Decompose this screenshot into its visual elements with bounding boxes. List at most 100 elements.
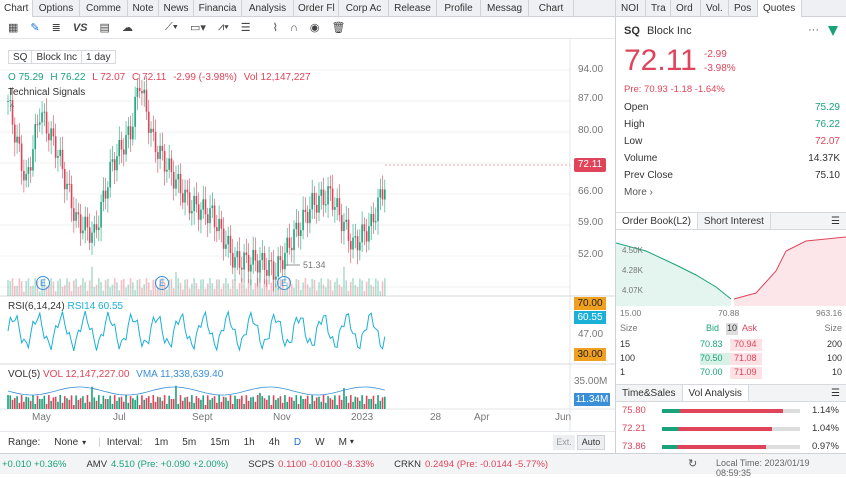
- tab-quotes[interactable]: Quotes: [758, 0, 802, 17]
- tab-noi[interactable]: NOI: [616, 0, 646, 17]
- refresh-icon[interactable]: ↻: [688, 457, 697, 470]
- ticker-2-name[interactable]: AMV: [86, 459, 107, 470]
- tab-time-sales[interactable]: Time&Sales: [616, 385, 683, 401]
- candle-body: [134, 96, 136, 127]
- compare-button[interactable]: VS: [73, 22, 88, 34]
- ticker-4-name[interactable]: CRKN: [394, 459, 421, 470]
- earnings-event-marker[interactable]: E: [155, 276, 169, 290]
- volume-bar-overlay: [186, 279, 189, 296]
- rsi-label[interactable]: RSI(6,14,24): [8, 301, 65, 312]
- ticker-1[interactable]: +0.010 +0.36%: [2, 459, 66, 470]
- indicator-icon[interactable]: ≣: [52, 21, 61, 34]
- collapse-chevron-icon[interactable]: ^: [10, 102, 14, 112]
- vol-panel-label[interactable]: VOL(5): [8, 369, 40, 380]
- shape-tool-icon[interactable]: ▭▾: [190, 21, 206, 34]
- tab-news[interactable]: News: [159, 0, 194, 17]
- volume-bar: [73, 404, 75, 409]
- volume-bar: [100, 403, 102, 409]
- menu-icon[interactable]: ☰: [831, 213, 846, 229]
- tab-profile[interactable]: Profile: [437, 0, 481, 17]
- candle-body: [59, 149, 62, 157]
- candle-body: [354, 236, 357, 238]
- tab-corpac[interactable]: Corp Ac: [339, 0, 389, 17]
- tab-analysis[interactable]: Analysis: [242, 0, 294, 17]
- volume-bar-overlay: [95, 284, 98, 296]
- symbol-box[interactable]: SQ Block Inc 1 day: [8, 50, 116, 64]
- earnings-event-marker[interactable]: E: [277, 276, 291, 290]
- open-label: O: [8, 72, 16, 83]
- interval-W[interactable]: W: [315, 437, 324, 448]
- brush-icon[interactable]: ⌇: [273, 21, 278, 34]
- volume-bar: [372, 395, 375, 409]
- tab-comme[interactable]: Comme: [80, 0, 128, 17]
- volume-bar-overlay: [57, 280, 59, 296]
- chevron-down-icon[interactable]: ▾: [350, 437, 354, 448]
- earnings-event-marker[interactable]: E: [36, 276, 50, 290]
- candle-body: [338, 198, 341, 215]
- pre-market-line: Pre: 70.93 -1.18 -1.64%: [624, 84, 725, 95]
- tab-orderbook[interactable]: Order Book(L2): [616, 213, 698, 229]
- tab-financia[interactable]: Financia: [194, 0, 242, 17]
- draw-pen-icon[interactable]: ✎: [30, 21, 39, 34]
- text-tool-icon[interactable]: ☰: [241, 21, 251, 34]
- orderbook-row[interactable]: 1 70.00 71.09 10: [620, 367, 842, 379]
- auto-button[interactable]: Auto: [577, 435, 605, 450]
- quote-row: Low 72.07: [624, 136, 840, 152]
- layout-icon[interactable]: ▤: [100, 21, 110, 34]
- candle-body: [63, 168, 66, 190]
- quote-row[interactable]: More ›: [624, 187, 840, 203]
- volume-bar-overlay: [365, 281, 368, 296]
- menu-icon[interactable]: ☰: [831, 385, 846, 401]
- chart-type-icon[interactable]: ▦: [8, 21, 18, 34]
- fib-tool-icon[interactable]: ⩘▾: [218, 21, 229, 34]
- volume-bar-overlay: [59, 278, 62, 296]
- tab-options[interactable]: Options: [33, 0, 80, 17]
- range-select[interactable]: None: [54, 437, 78, 448]
- flag-icon[interactable]: [828, 26, 838, 36]
- candle-body: [163, 151, 166, 172]
- tab-chart[interactable]: Chart: [529, 0, 574, 17]
- magnet-icon[interactable]: ∩: [290, 22, 298, 34]
- tab-ord[interactable]: Ord: [671, 0, 701, 17]
- line-tool-icon[interactable]: ⟋▾: [165, 21, 178, 34]
- chevron-down-icon[interactable]: ▾: [82, 438, 86, 447]
- orderbook-row[interactable]: 100 70.50 71.08 100: [620, 353, 842, 365]
- eye-icon[interactable]: ◉: [310, 21, 320, 34]
- tab-orderfl[interactable]: Order Fl: [294, 0, 339, 17]
- depth-ask-area: [734, 237, 846, 306]
- volume-bar-overlay: [63, 285, 66, 296]
- tab-messag[interactable]: Messag: [481, 0, 529, 17]
- volume-bar-overlay: [113, 278, 116, 296]
- ext-button[interactable]: Ext.: [553, 435, 575, 450]
- depth-chart[interactable]: 4.50K 4.28K 4.07K: [616, 231, 846, 306]
- tab-pos[interactable]: Pos: [729, 0, 758, 17]
- interval-15m[interactable]: 15m: [210, 437, 229, 448]
- interval-M[interactable]: M: [339, 437, 347, 448]
- volume-bar: [243, 403, 245, 409]
- interval-5m[interactable]: 5m: [182, 437, 196, 448]
- more-icon[interactable]: ···: [808, 24, 819, 36]
- interval-1h[interactable]: 1h: [244, 437, 255, 448]
- tab-vol-analysis[interactable]: Vol Analysis: [682, 385, 749, 401]
- candle-body: [73, 208, 75, 221]
- cloud-icon[interactable]: ☁: [122, 21, 133, 34]
- tab-chart[interactable]: Chart: [0, 0, 33, 17]
- volume-bar: [356, 397, 359, 409]
- tab-release[interactable]: Release: [389, 0, 437, 17]
- ob-size-header: Size: [620, 323, 638, 333]
- interval-1m[interactable]: 1m: [154, 437, 168, 448]
- vol-value: 12,147,227: [260, 72, 311, 83]
- tab-note[interactable]: Note: [128, 0, 159, 17]
- ticker-3-name[interactable]: SCPS: [248, 459, 274, 470]
- trash-icon[interactable]: 🗑: [332, 21, 346, 34]
- tab-tra[interactable]: Tra: [646, 0, 671, 17]
- volume-bar-overlay: [377, 280, 379, 296]
- candle-body: [118, 140, 121, 157]
- interval-4h[interactable]: 4h: [269, 437, 280, 448]
- orderbook-row[interactable]: 15 70.83 70.94 200: [620, 339, 842, 351]
- tab-short-interest[interactable]: Short Interest: [698, 213, 771, 229]
- tab-vol[interactable]: Vol.: [701, 0, 729, 17]
- volume-bar-overlay: [68, 281, 71, 296]
- technical-signals-label[interactable]: Technical Signals: [8, 87, 85, 98]
- interval-D[interactable]: D: [294, 437, 301, 448]
